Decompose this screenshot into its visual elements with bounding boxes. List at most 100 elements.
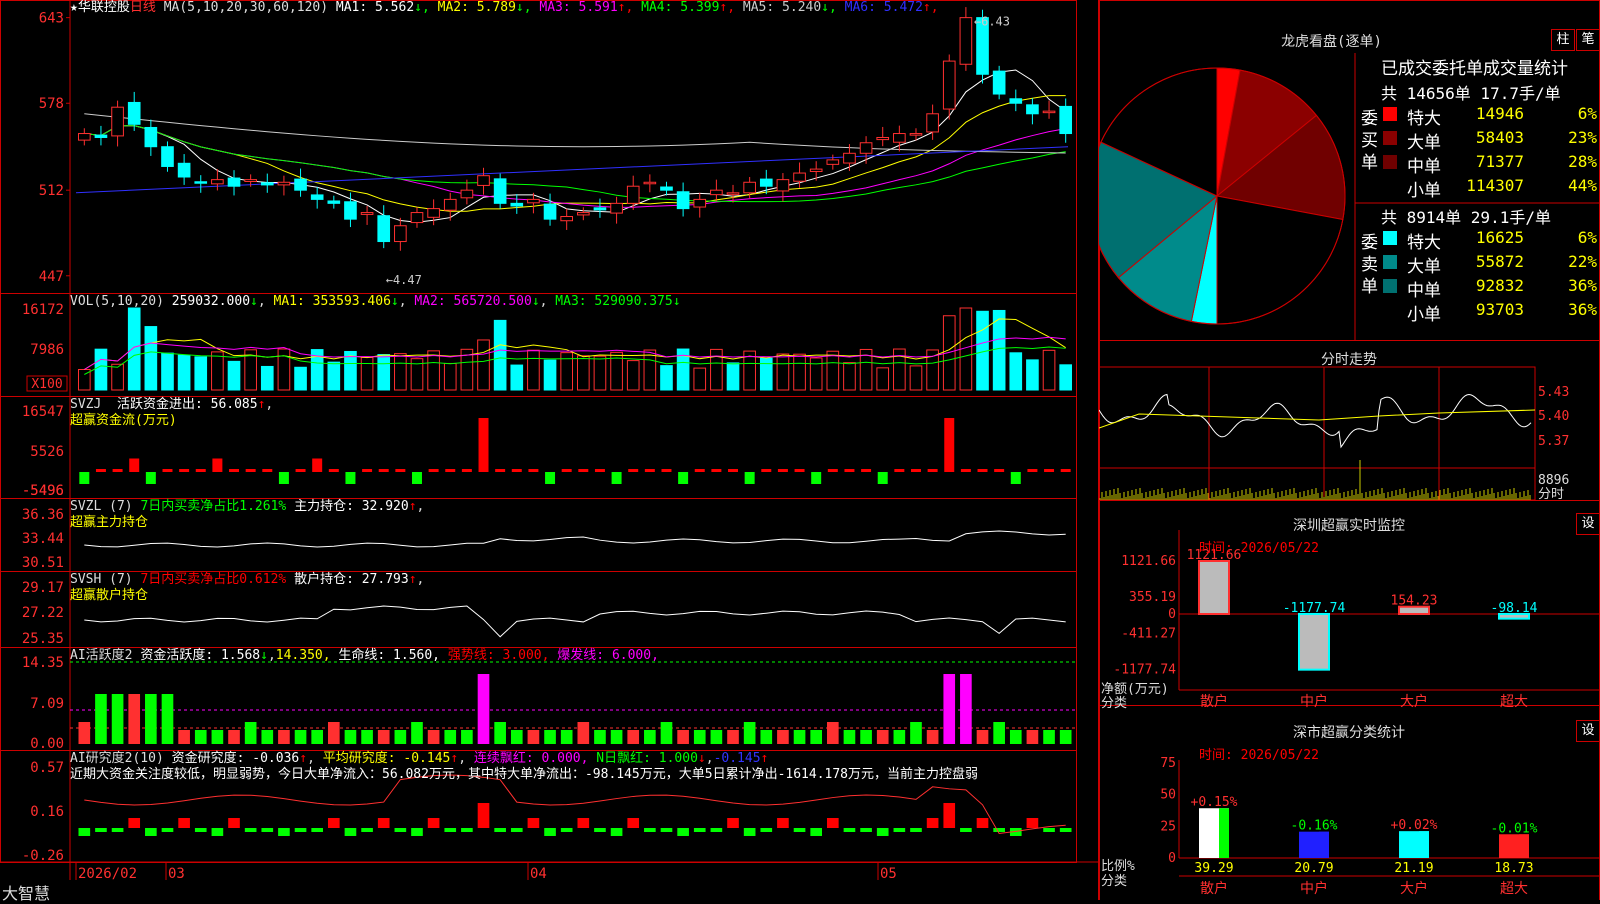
- activity-bar: [1009, 730, 1022, 744]
- flow-bar: [1060, 469, 1071, 472]
- candle-body: [776, 179, 790, 192]
- legend-swatch: [1383, 279, 1397, 293]
- research-bar: [311, 828, 324, 832]
- activity-bar: [510, 730, 523, 744]
- classify-value: 21.19: [1394, 861, 1433, 876]
- research-bar: [278, 828, 290, 836]
- research-bar: [677, 828, 689, 836]
- price-tick: 512: [39, 183, 64, 199]
- candle-body: [710, 189, 723, 196]
- candle-body: [260, 182, 274, 186]
- order-type: 特大: [1407, 233, 1441, 253]
- candle-body: [793, 172, 806, 182]
- candle-body: [310, 194, 324, 200]
- date-label: 03: [168, 866, 185, 882]
- candle-body: [294, 178, 307, 191]
- candle-body: [676, 191, 690, 210]
- flow-bar: [179, 469, 190, 472]
- flow-bar: [229, 469, 240, 472]
- volume-bar: [144, 326, 158, 391]
- ma-value-1: MA1: 5.562↓,: [335, 0, 430, 15]
- star-icon: ★: [70, 0, 78, 15]
- research-bar: [610, 828, 623, 836]
- svsh-header: SVSH (7) 7日内买卖净占比0.612% 散户持仓: 27.793↑, 超…: [70, 572, 425, 603]
- classify-category: 超大: [1500, 881, 1528, 897]
- classify-xlabel: 分类: [1101, 874, 1127, 889]
- research-bar: [527, 818, 540, 828]
- tick-mode-button[interactable]: 笔: [1576, 29, 1600, 51]
- monitor-bar-label: -1177.74: [1283, 601, 1346, 616]
- volume-bar: [94, 348, 108, 391]
- date-label: 04: [530, 866, 547, 882]
- flow-bar: [1010, 472, 1021, 484]
- research-bar: [78, 828, 91, 836]
- sell-side-label: 委卖单: [1361, 233, 1378, 297]
- activity-bar: [993, 722, 1005, 744]
- fenshi-vol-label: 分时: [1538, 487, 1564, 502]
- monitor-tick: 355.19: [1129, 590, 1176, 605]
- research-bar: [377, 818, 390, 828]
- chart-area[interactable]: 643 578 512 447 ←6.43 ←4.47 16172 7986 X100 16547…: [0, 0, 1098, 903]
- fenshi-title: 分时走势: [1321, 352, 1377, 368]
- order-type: 小单: [1407, 305, 1441, 325]
- volume-bar: [394, 353, 407, 391]
- order-percent: 6%: [1577, 104, 1597, 123]
- flow-bar: [145, 472, 156, 484]
- flow-bar: [195, 469, 206, 472]
- bar-mode-button[interactable]: 柱: [1551, 29, 1575, 51]
- flow-bar: [245, 469, 256, 472]
- volume-bar: [1009, 352, 1023, 391]
- order-percent: 6%: [1577, 228, 1597, 247]
- research-bar: [510, 828, 523, 832]
- flow-bar: [428, 469, 439, 472]
- research-bar: [943, 803, 956, 828]
- monitor-bar-label: 154.23: [1391, 594, 1438, 609]
- svzl-tick: 36.36: [22, 507, 64, 523]
- ai1-tick: 0.00: [30, 736, 64, 752]
- activity-bar: [461, 730, 473, 744]
- monitor-tick: 1121.66: [1121, 554, 1176, 569]
- volume-bar: [493, 319, 507, 391]
- order-volume: 14946: [1475, 104, 1524, 123]
- volume-bar: [360, 356, 374, 391]
- volume-bar: [626, 360, 640, 391]
- research-bar: [494, 828, 506, 832]
- volume-bar: [111, 363, 124, 391]
- flow-bar: [944, 418, 955, 472]
- flow-bar: [478, 418, 489, 472]
- candle-body: [410, 212, 424, 224]
- research-bar: [1043, 828, 1055, 832]
- flow-bar: [345, 472, 356, 484]
- research-bar: [394, 828, 407, 832]
- flow-bar: [528, 469, 539, 472]
- flow-bar: [611, 472, 622, 484]
- candle-body: [394, 225, 407, 243]
- activity-bar: [743, 722, 756, 744]
- flow-bar: [827, 469, 838, 472]
- research-bar: [344, 828, 357, 836]
- flow-bar: [129, 458, 140, 472]
- flow-bar: [411, 472, 422, 484]
- flow-bar: [594, 469, 605, 472]
- volume-bar: [1059, 364, 1073, 391]
- research-bar: [993, 828, 1005, 832]
- flow-bar: [777, 469, 788, 472]
- period-label[interactable]: 日线: [130, 0, 156, 15]
- sell-summary: 共 8914单 29.1手/单: [1381, 208, 1551, 227]
- candle-body: [826, 159, 840, 165]
- candle-body: [344, 201, 357, 220]
- flow-bar: [1044, 469, 1055, 472]
- monitor-tick: -1177.74: [1113, 663, 1176, 678]
- classify-value: 18.73: [1494, 861, 1533, 876]
- classify-settings-button[interactable]: 设: [1576, 720, 1600, 742]
- monitor-settings-button[interactable]: 设: [1576, 513, 1600, 535]
- research-bar: [411, 828, 423, 836]
- research-bar: [594, 828, 606, 832]
- flow-bar: [328, 469, 339, 472]
- activity-bar: [594, 730, 606, 744]
- activity-bar: [394, 730, 407, 744]
- price-tick: 578: [39, 96, 64, 112]
- research-bar: [777, 818, 789, 828]
- classify-ylabel: 比例%: [1101, 859, 1135, 874]
- legend-swatch: [1383, 131, 1397, 145]
